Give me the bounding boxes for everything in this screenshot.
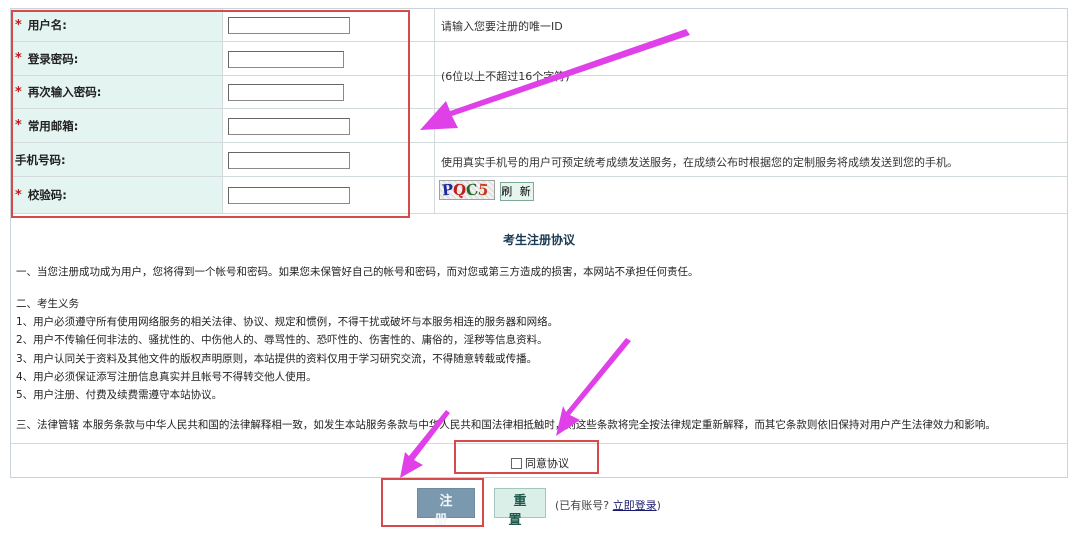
password-input-cell	[223, 42, 435, 75]
account-prompt: (已有账号? 立即登录)	[555, 497, 661, 513]
register-button[interactable]: 注册	[417, 488, 475, 528]
username-label-text: 用户名:	[27, 18, 67, 32]
required-mark: *	[15, 17, 22, 33]
agreement-title: 考生注册协议	[502, 233, 575, 247]
form-row-captcha: * 校验码:	[11, 177, 1067, 214]
required-mark: *	[15, 187, 22, 203]
agreement-line: 二、考生义务	[16, 298, 79, 310]
form-row-email: * 常用邮箱:	[11, 109, 1067, 143]
email-label-text: 常用邮箱:	[27, 118, 79, 133]
agreement-line: 1、用户必须遵守所有使用网络服务的相关法律、协议、规定和惯例，不得干扰或破坏与本…	[16, 316, 559, 328]
agree-control[interactable]: 同意协议	[511, 455, 569, 471]
confirm-password-label: * 再次输入密码:	[11, 76, 223, 108]
account-suffix: )	[656, 499, 661, 512]
email-input[interactable]	[228, 118, 350, 135]
email-input-cell	[223, 109, 435, 142]
agreement-section: 考生注册协议 一、当您注册成功成为用户，您将得到一个帐号和密码。如果您未保管好自…	[11, 214, 1067, 444]
mobile-label-text: 手机号码:	[15, 152, 66, 167]
agreement-line: 一、当您注册成功成为用户，您将得到一个帐号和密码。如果您未保管好自己的帐号和密码…	[16, 266, 699, 278]
mobile-input-cell	[223, 143, 435, 176]
account-prefix: (已有账号?	[555, 499, 610, 512]
reset-button[interactable]: 重置	[494, 488, 546, 528]
username-hint: 请输入您要注册的唯一ID	[441, 20, 563, 33]
agreement-line: 4、用户必须保证添写注册信息真实并且帐号不得转交他人使用。	[16, 371, 317, 383]
required-mark: *	[15, 51, 22, 66]
captcha-char: 5	[477, 180, 490, 200]
agreement-line: 2、用户不传输任何非法的、骚扰性的、中伤他人的、辱骂性的、恐吓性的、伤害性的、庸…	[16, 334, 548, 346]
agreement-line: 3、用户认同关于资料及其他文件的版权声明原则，本站提供的资料仅用于学习研究交流，…	[16, 353, 538, 365]
registration-form: * 用户名: * 登录密码: * 再次输入密码: * 常用邮箱: 手机号码: * 校验码: 请输入您要…	[10, 8, 1068, 478]
captcha-image: PQC5PQC5	[439, 180, 495, 200]
mobile-label: 手机号码:	[11, 143, 223, 176]
agreement-line: 三、法律管辖 本服务条款与中华人民共和国的法律解释相一致，如发生本站服务条款与中…	[16, 419, 996, 431]
confirm-password-input[interactable]	[228, 84, 344, 101]
captcha-label-text: 校验码:	[27, 188, 67, 202]
confirm-password-label-text: 再次输入密码:	[27, 85, 102, 99]
agreement-line: 5、用户注册、付费及续费需遵守本站协议。	[16, 389, 223, 401]
refresh-captcha-button[interactable]: 刷 新	[500, 182, 534, 201]
username-input[interactable]	[228, 17, 350, 34]
captcha-input[interactable]	[228, 187, 350, 204]
agree-checkbox[interactable]	[511, 457, 522, 469]
confirm-password-input-cell	[223, 76, 435, 108]
required-mark: *	[15, 118, 22, 133]
agree-label[interactable]: 同意协议	[525, 455, 569, 471]
login-link[interactable]: 立即登录	[613, 499, 657, 512]
captcha-label: * 校验码:	[11, 177, 223, 213]
password-hint: (6位以上不超过16个字符)	[441, 70, 570, 83]
mobile-input[interactable]	[228, 152, 350, 169]
password-label: * 登录密码:	[11, 42, 223, 75]
password-input[interactable]	[228, 51, 344, 68]
captcha-input-cell	[223, 177, 435, 213]
email-label: * 常用邮箱:	[11, 109, 223, 142]
username-label: * 用户名:	[11, 9, 223, 41]
username-input-cell	[223, 9, 435, 41]
mobile-hint: 使用真实手机号的用户可预定统考成绩发送服务，在成绩公布时根据您的定制服务将成绩发…	[441, 156, 958, 169]
agree-row: 同意协议	[11, 444, 1067, 478]
password-label-text: 登录密码:	[27, 51, 79, 66]
required-mark: *	[15, 84, 22, 100]
